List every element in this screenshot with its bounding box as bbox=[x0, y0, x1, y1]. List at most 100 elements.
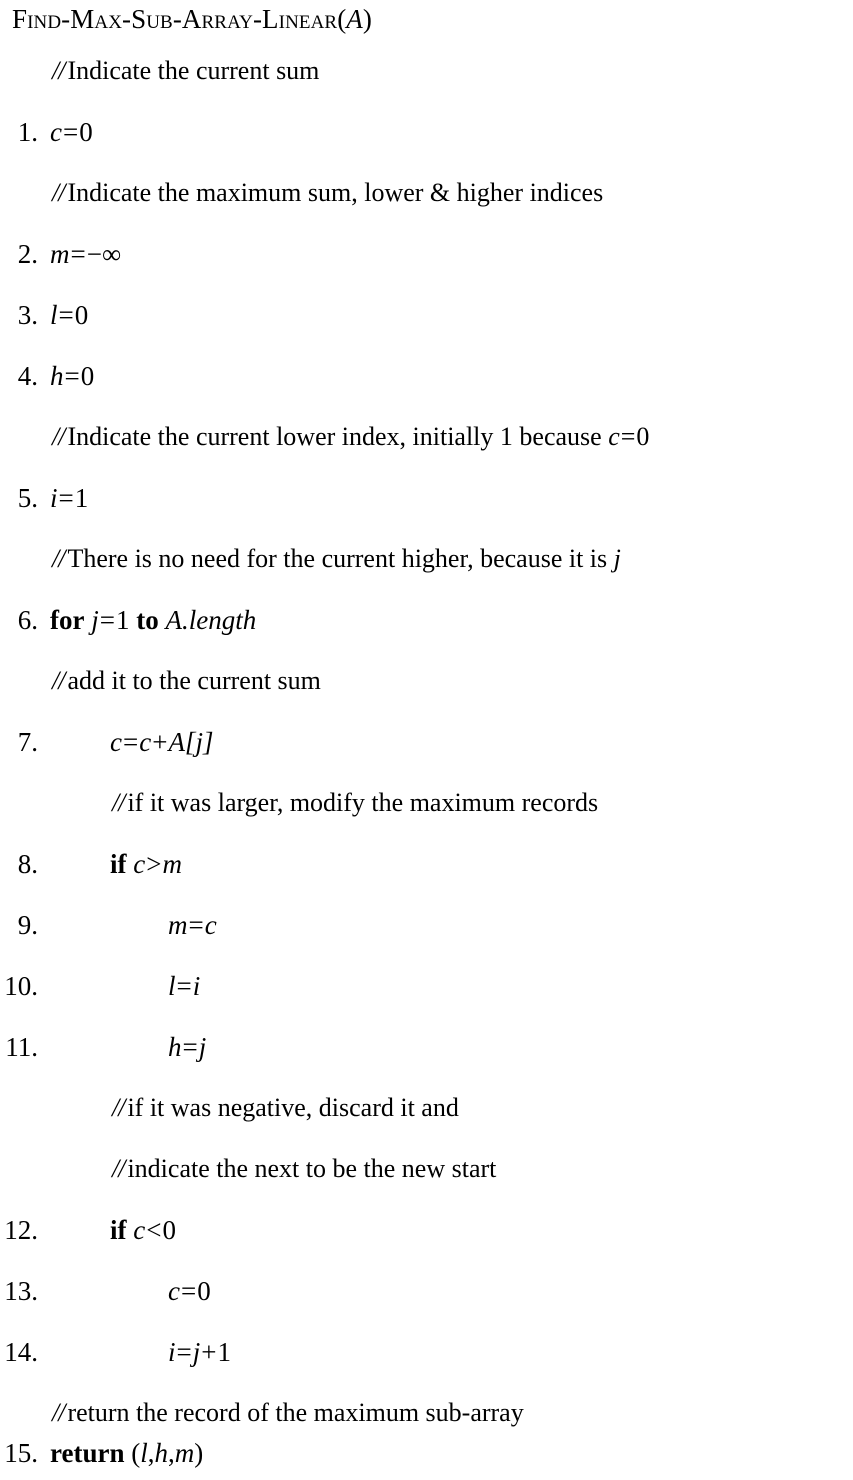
title-close-paren: ) bbox=[362, 4, 372, 34]
line-number: 10. bbox=[4, 971, 38, 1001]
keyword-to: to bbox=[136, 605, 159, 635]
statement-line: 14. i=j+1 bbox=[0, 1329, 853, 1375]
statement-body: m=c bbox=[168, 902, 217, 948]
comment-text: if it was negative, discard it and bbox=[127, 1093, 459, 1122]
comment-line: //if it was negative, discard it and bbox=[0, 1085, 853, 1131]
comment-line: //Indicate the maximum sum, lower & high… bbox=[0, 170, 853, 216]
operator-equals: = bbox=[99, 605, 115, 635]
statement-body: c=0 bbox=[50, 109, 93, 155]
loop-body: for j=1 to A.length bbox=[50, 597, 256, 643]
variable-i: i bbox=[168, 1337, 176, 1367]
operator-equals: = bbox=[620, 422, 636, 451]
comment-text: Indicate the current lower index, initia… bbox=[67, 422, 602, 451]
comment-slashes: // bbox=[52, 56, 65, 85]
variable-c: c bbox=[110, 727, 122, 757]
comment-text: Indicate the current sum bbox=[67, 56, 320, 85]
title-open-paren: ( bbox=[337, 4, 347, 34]
operator-equals: = bbox=[182, 1032, 198, 1062]
comment-text: indicate the next to be the new start bbox=[127, 1154, 497, 1183]
tuple-open-paren: ( bbox=[131, 1438, 141, 1468]
keyword-if: if bbox=[110, 849, 127, 879]
operator-equals: = bbox=[62, 117, 79, 147]
operator-equals: = bbox=[58, 300, 74, 330]
variable-h: h bbox=[168, 1032, 182, 1062]
line-number: 4. bbox=[17, 361, 38, 391]
statement-body: l=0 bbox=[50, 292, 88, 338]
comment-body: //Indicate the current lower index, init… bbox=[52, 414, 649, 460]
conditional-line: 8. if c>m bbox=[0, 841, 853, 887]
return-body: return (l,h,m) bbox=[50, 1430, 203, 1476]
line-number: 1. bbox=[17, 117, 38, 147]
comment-text: return the record of the maximum sub-arr… bbox=[67, 1398, 524, 1427]
variable-c: c bbox=[50, 117, 62, 147]
operator-equals: = bbox=[70, 239, 86, 269]
statement-body: c=0 bbox=[168, 1268, 211, 1314]
statement-body: i=j+1 bbox=[168, 1329, 231, 1375]
statement-line: 5. i=1 bbox=[0, 475, 853, 521]
line-number: 13. bbox=[4, 1276, 38, 1306]
variable-c: c bbox=[168, 1276, 180, 1306]
tuple-comma: , bbox=[168, 1438, 175, 1468]
variable-h: h bbox=[154, 1438, 169, 1468]
statement-line: 7. c=c+A[j] bbox=[0, 719, 853, 765]
line-number: 6. bbox=[17, 605, 38, 635]
comment-slashes: // bbox=[52, 544, 65, 573]
variable-l: l bbox=[50, 300, 58, 330]
title-argument: A bbox=[346, 4, 363, 34]
statement-body: l=i bbox=[168, 963, 200, 1009]
variable-j: j bbox=[91, 605, 99, 635]
comment-body: //indicate the next to be the new start bbox=[112, 1146, 496, 1192]
comment-slashes: // bbox=[52, 178, 65, 207]
algorithm-title: Find-Max-Sub-Array-Linear(A) bbox=[12, 2, 372, 36]
statement-line: 9. m=c bbox=[0, 902, 853, 948]
statement-body: h=j bbox=[168, 1024, 206, 1070]
conditional-line: 12. if c<0 bbox=[0, 1207, 853, 1253]
value-zero: 0 bbox=[74, 300, 89, 330]
operator-equals: = bbox=[176, 1337, 192, 1367]
operator-equals: = bbox=[64, 361, 80, 391]
variable-c: c bbox=[204, 910, 217, 940]
algorithm-name: Find-Max-Sub-Array-Linear bbox=[12, 4, 338, 34]
value-one: 1 bbox=[115, 605, 130, 635]
keyword-return: return bbox=[50, 1438, 125, 1468]
operator-equals: = bbox=[122, 727, 139, 757]
statement-line: 2. m=−∞ bbox=[0, 231, 853, 277]
comment-text: if it was larger, modify the maximum rec… bbox=[127, 788, 599, 817]
variable-i: i bbox=[192, 971, 201, 1001]
comment-slashes: // bbox=[112, 1154, 125, 1183]
statement-line: 1. c=0 bbox=[0, 109, 853, 155]
keyword-for: for bbox=[50, 605, 85, 635]
operator-plus: + bbox=[201, 1337, 217, 1367]
comment-text: Indicate the maximum sum, lower & higher… bbox=[67, 178, 604, 207]
comment-body: //add it to the current sum bbox=[52, 658, 321, 704]
line-number: 9. bbox=[17, 910, 38, 940]
statement-line: 11. h=j bbox=[0, 1024, 853, 1070]
statement-line: 13. c=0 bbox=[0, 1268, 853, 1314]
comment-body: //There is no need for the current highe… bbox=[52, 536, 621, 582]
line-number: 11. bbox=[5, 1032, 38, 1062]
variable-l: l bbox=[140, 1438, 148, 1468]
comment-slashes: // bbox=[112, 788, 125, 817]
value-negative-infinity: −∞ bbox=[86, 239, 122, 269]
statement-body: i=1 bbox=[50, 475, 88, 521]
comment-line: //indicate the next to be the new start bbox=[0, 1146, 853, 1192]
value-zero: 0 bbox=[79, 117, 93, 147]
comment-slashes: // bbox=[52, 666, 65, 695]
comment-text: add it to the current sum bbox=[67, 666, 321, 695]
statement-line: 4. h=0 bbox=[0, 353, 853, 399]
variable-c: c bbox=[139, 727, 152, 757]
variable-j: j bbox=[198, 1032, 207, 1062]
statement-line: 10. l=i bbox=[0, 963, 853, 1009]
variable-m: m bbox=[168, 910, 188, 940]
operator-less-than: < bbox=[146, 1215, 162, 1245]
value-zero: 0 bbox=[636, 422, 650, 451]
operator-equals: = bbox=[188, 910, 204, 940]
line-number: 5. bbox=[17, 483, 38, 513]
comment-text: There is no need for the current higher,… bbox=[67, 544, 608, 573]
operator-greater-than: > bbox=[146, 849, 162, 879]
line-number: 15. bbox=[4, 1438, 38, 1468]
value-zero: 0 bbox=[197, 1276, 211, 1306]
variable-c: c bbox=[133, 1215, 146, 1245]
comment-line: //add it to the current sum bbox=[0, 658, 853, 704]
loop-line: 6. for j=1 to A.length bbox=[0, 597, 853, 643]
